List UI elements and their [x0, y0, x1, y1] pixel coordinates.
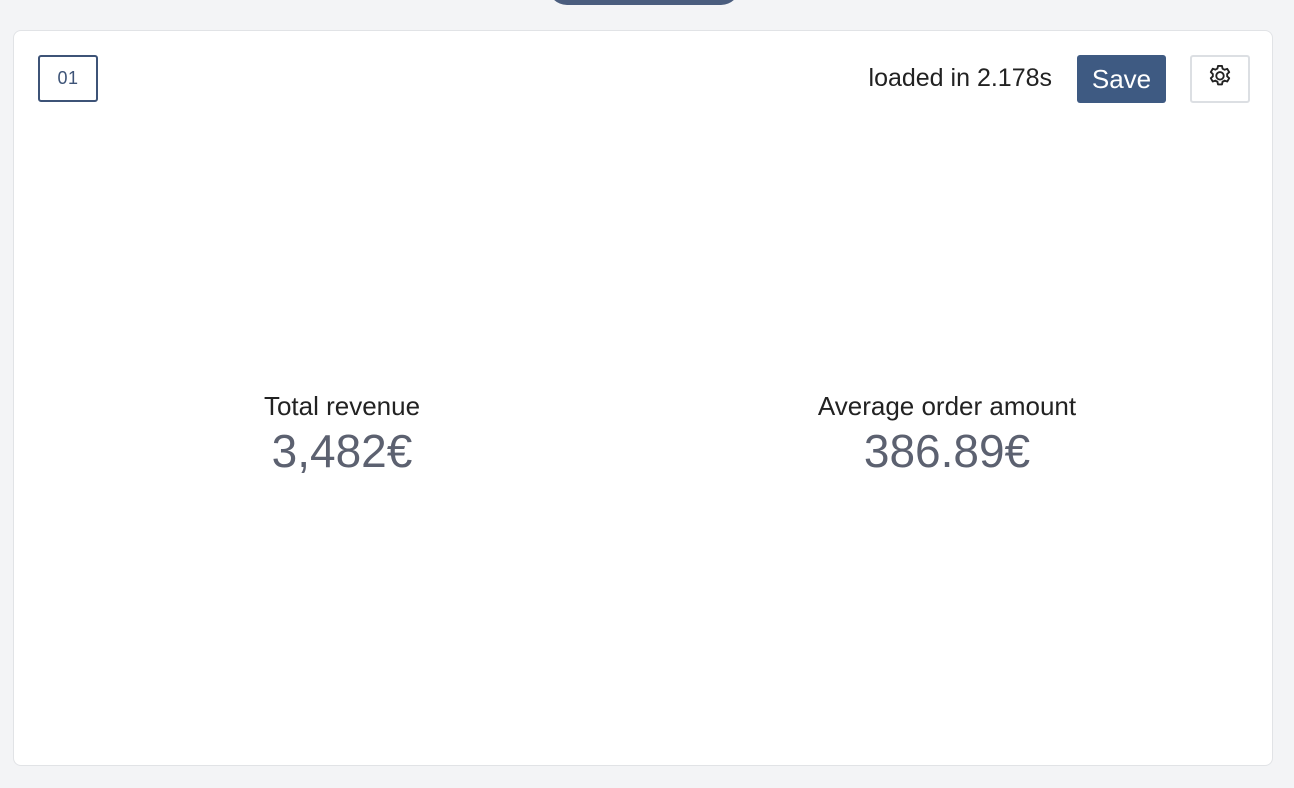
metric-value: 3,482€: [271, 425, 413, 477]
save-button[interactable]: Save: [1077, 55, 1166, 103]
dashboard-card: 01 loaded in 2.178s Save Total revenue 3…: [13, 30, 1273, 766]
metric-total-revenue: Total revenue 3,482€: [264, 387, 420, 479]
settings-button[interactable]: [1190, 55, 1250, 103]
gear-icon: [1206, 63, 1234, 96]
metric-value: 386.89€: [863, 425, 1031, 477]
metric-label: Average order amount: [817, 391, 1077, 421]
metric-average-order-amount: Average order amount 386.89€: [818, 387, 1076, 479]
top-tab-handle[interactable]: [548, 0, 740, 5]
load-time-text: loaded in 2.178s: [868, 64, 1052, 92]
metric-label: Total revenue: [263, 391, 421, 421]
card-id-badge[interactable]: 01: [38, 55, 98, 102]
